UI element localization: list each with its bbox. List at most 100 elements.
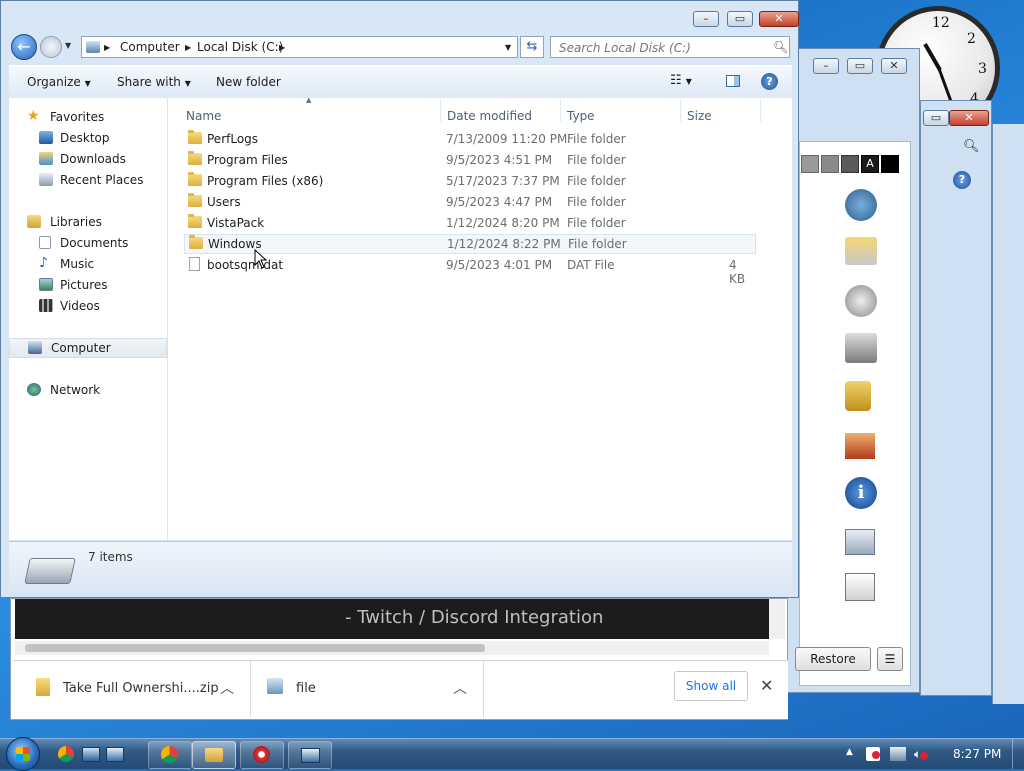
control-panel-icon[interactable] [845, 237, 877, 265]
color-swatch-a[interactable]: A [861, 155, 879, 173]
paint-icon[interactable] [845, 433, 875, 459]
nav-videos[interactable]: Videos [9, 296, 167, 316]
color-swatch[interactable] [821, 155, 839, 173]
explorer-window[interactable]: – ▭ ✕ ← ▼ ▶ Computer ▶ Local Disk (C:) ▶… [0, 0, 799, 598]
chrome-quicklaunch-icon[interactable] [58, 746, 74, 762]
taskbar-chrome[interactable] [148, 741, 192, 769]
bg2-help-icon[interactable]: ? [953, 171, 971, 189]
close-button[interactable]: ✕ [759, 11, 799, 27]
horizontal-scrollbar[interactable] [15, 641, 769, 655]
file-row[interactable]: Users 9/5/2023 4:47 PM File folder [184, 192, 756, 212]
search-box[interactable]: 🔍︎ [550, 36, 790, 58]
column-size[interactable]: Size [687, 109, 712, 123]
desktop-quicklaunch-icon[interactable] [82, 747, 100, 762]
nav-music[interactable]: ♪ Music [9, 254, 167, 274]
organize-menu[interactable]: Organize ▼ [27, 75, 91, 89]
help-icon[interactable]: ? [761, 73, 778, 90]
volume-icon[interactable]: 🔈︎ [914, 747, 928, 761]
color-swatch[interactable] [801, 155, 819, 173]
taskbar-app[interactable] [240, 741, 284, 769]
maximize-button[interactable]: ▭ [727, 11, 753, 27]
network-tray-icon[interactable] [890, 747, 906, 761]
refresh-button[interactable]: ⇆ [520, 36, 544, 58]
nav-recent-places[interactable]: Recent Places [9, 170, 167, 190]
start-button[interactable] [6, 737, 40, 771]
file-row[interactable]: PerfLogs 7/13/2009 11:20 PM File folder [184, 129, 756, 149]
breadcrumb-arrow[interactable]: ▶ [104, 43, 110, 52]
nav-favorites[interactable]: ★ Favorites [9, 107, 167, 127]
switch-windows-quicklaunch-icon[interactable] [106, 747, 124, 762]
breadcrumb-computer[interactable]: Computer [120, 40, 180, 54]
bg-close-button[interactable]: ✕ [881, 58, 907, 74]
view-options-icon[interactable]: ☷ ▼ [670, 73, 692, 88]
new-folder-button[interactable]: New folder [216, 75, 281, 89]
info-icon[interactable]: i [845, 477, 877, 509]
bg-maximize-button[interactable]: ▭ [847, 58, 873, 74]
file-row[interactable]: Program Files (x86) 5/17/2023 7:37 PM Fi… [184, 171, 756, 191]
column-name[interactable]: Name [186, 109, 221, 123]
nav-network[interactable]: Network [9, 380, 167, 400]
column-date-modified[interactable]: Date modified [447, 109, 532, 123]
nav-videos-label: Videos [60, 299, 100, 313]
color-swatch[interactable] [841, 155, 859, 173]
file-type: File folder [567, 216, 626, 230]
bg-minimize-button[interactable]: – [813, 58, 839, 74]
show-desktop-button[interactable] [1012, 739, 1024, 769]
bg2-close-button[interactable]: ✕ [949, 110, 989, 126]
vertical-scrollbar[interactable] [769, 599, 785, 639]
background-window-3-edge [992, 124, 1024, 704]
nav-pictures[interactable]: Pictures [9, 275, 167, 295]
lock-icon[interactable] [845, 381, 871, 411]
share-with-menu[interactable]: Share with ▼ [117, 75, 191, 89]
nav-documents[interactable]: Documents [9, 233, 167, 253]
display-icon[interactable] [845, 529, 875, 555]
taskbar-window[interactable] [288, 741, 332, 769]
control-panel-icon[interactable] [845, 189, 877, 221]
search-input[interactable] [557, 40, 766, 56]
minimize-button[interactable]: – [693, 11, 719, 27]
file-row[interactable]: bootsqm.dat 9/5/2023 4:01 PM DAT File 4 … [184, 255, 756, 286]
download-item[interactable]: Take Full Ownershi....zip ︿ [14, 661, 251, 717]
action-center-icon[interactable] [866, 747, 880, 761]
download-item[interactable]: file ︿ [251, 661, 484, 717]
background-window-2[interactable]: ▭ ✕ 🔍︎ ? [920, 100, 992, 696]
address-dropdown-icon[interactable]: ▼ [505, 43, 511, 52]
file-row[interactable]: VistaPack 1/12/2024 8:20 PM File folder [184, 213, 756, 233]
chevron-up-icon[interactable]: ︿ [220, 678, 234, 698]
back-button[interactable]: ← [11, 34, 37, 60]
menu-button[interactable]: ☰ [877, 647, 903, 671]
chevron-up-icon[interactable]: ︿ [453, 678, 467, 698]
clock-time[interactable]: 8:27 PM [953, 747, 1001, 761]
breadcrumb-arrow[interactable]: ▶ [185, 43, 191, 52]
nav-network-label: Network [50, 383, 101, 397]
color-swatch[interactable] [881, 155, 899, 173]
bg2-search-icon[interactable]: 🔍︎ [963, 139, 980, 154]
restore-button[interactable]: Restore [795, 647, 871, 671]
scrollbar-thumb[interactable] [25, 644, 485, 652]
breadcrumb-arrow[interactable]: ▶ [279, 43, 285, 52]
nav-computer[interactable]: Computer [9, 338, 167, 358]
history-dropdown-icon[interactable]: ▼ [65, 41, 71, 50]
file-icon [267, 678, 283, 694]
column-type[interactable]: Type [567, 109, 595, 123]
address-bar[interactable]: ▶ Computer ▶ Local Disk (C:) ▶ ▼ [81, 36, 518, 58]
breadcrumb-local-disk[interactable]: Local Disk (C:) [197, 40, 283, 54]
forward-button[interactable] [40, 36, 62, 58]
file-row-hovered[interactable]: Windows 1/12/2024 8:22 PM File folder [184, 234, 756, 254]
show-hidden-icons-icon[interactable]: ▲ [846, 747, 853, 757]
preview-pane-icon[interactable] [726, 75, 740, 87]
taskbar-explorer[interactable] [192, 741, 236, 769]
folder-icon [188, 214, 202, 228]
video-area[interactable]: - Twitch / Discord Integration [15, 599, 769, 639]
file-row[interactable]: Program Files 9/5/2023 4:51 PM File fold… [184, 150, 756, 170]
show-all-button[interactable]: Show all [674, 671, 748, 701]
bg2-maximize-button[interactable]: ▭ [923, 110, 949, 126]
dvd-icon[interactable] [845, 285, 877, 317]
search-icon[interactable]: 🔍︎ [773, 40, 788, 54]
presentation-icon[interactable] [845, 573, 875, 601]
nav-libraries[interactable]: Libraries [9, 212, 167, 232]
printer-check-icon[interactable] [845, 333, 877, 363]
nav-downloads[interactable]: Downloads [9, 149, 167, 169]
nav-desktop[interactable]: Desktop [9, 128, 167, 148]
close-downloads-icon[interactable]: ✕ [760, 676, 773, 695]
